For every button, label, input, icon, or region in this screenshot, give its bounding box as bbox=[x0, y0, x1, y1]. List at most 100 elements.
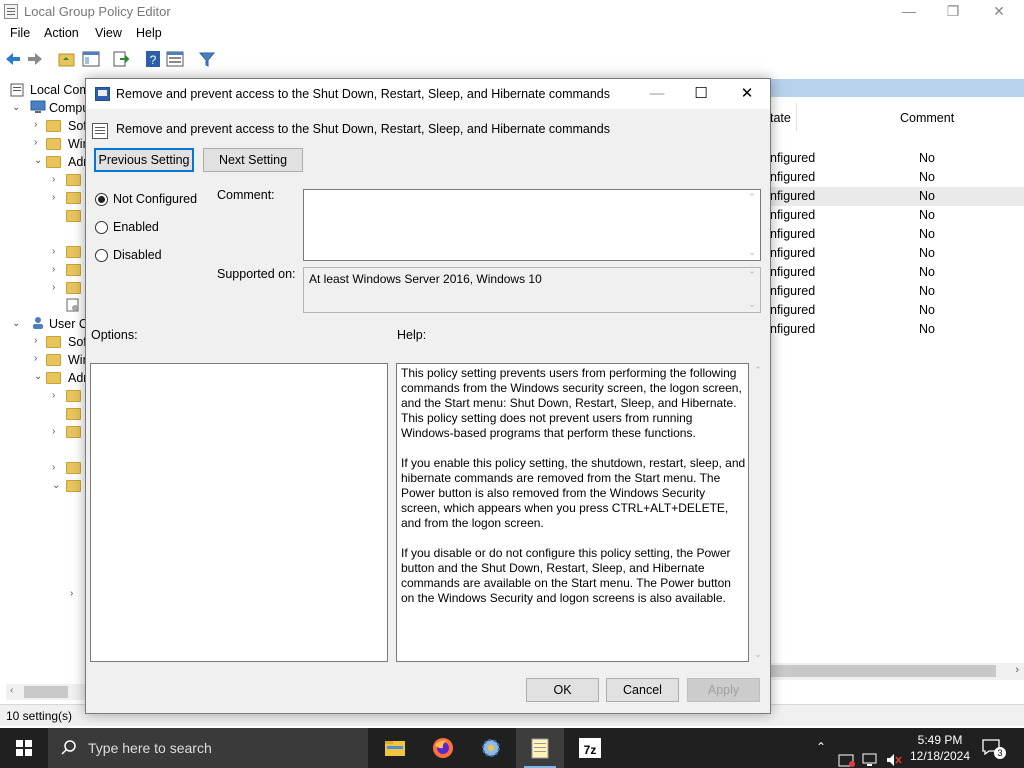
radio-unselected-icon bbox=[95, 221, 108, 234]
radio-disabled[interactable]: Disabled bbox=[95, 248, 175, 264]
folder-icon bbox=[66, 210, 81, 222]
file-explorer-taskbar-button[interactable] bbox=[371, 728, 419, 768]
tree-item-software-settings[interactable]: Sof bbox=[68, 119, 87, 133]
chevron-right-icon[interactable]: › bbox=[52, 174, 55, 185]
table-row[interactable]: nfigured No bbox=[770, 282, 1024, 301]
chevron-right-icon[interactable]: › bbox=[52, 426, 55, 437]
security-shield-icon[interactable] bbox=[838, 740, 856, 768]
scroll-down-icon[interactable]: ⌄ bbox=[744, 247, 760, 258]
help-scrollbar[interactable]: ⌃ ⌄ bbox=[750, 363, 766, 662]
menu-action[interactable]: Action bbox=[44, 26, 79, 40]
back-arrow-icon[interactable] bbox=[4, 50, 22, 68]
folder-icon bbox=[66, 264, 81, 276]
scroll-up-icon[interactable]: ⌃ bbox=[744, 192, 760, 203]
close-icon[interactable]: ✕ bbox=[976, 0, 1022, 24]
chevron-right-icon[interactable]: › bbox=[34, 137, 37, 148]
menu-help[interactable]: Help bbox=[136, 26, 162, 40]
maximize-icon[interactable]: ☐ bbox=[678, 79, 724, 109]
table-row[interactable]: nfigured No bbox=[770, 225, 1024, 244]
chevron-right-icon[interactable]: › bbox=[52, 462, 55, 473]
filter-icon[interactable] bbox=[198, 50, 216, 68]
firefox-taskbar-button[interactable] bbox=[419, 728, 467, 768]
radio-enabled[interactable]: Enabled bbox=[95, 220, 175, 236]
chevron-right-icon[interactable]: › bbox=[52, 246, 55, 257]
table-row[interactable]: nfigured No bbox=[770, 206, 1024, 225]
restore-icon[interactable]: ❐ bbox=[930, 0, 976, 24]
scroll-down-icon[interactable]: ⌄ bbox=[744, 299, 760, 310]
radio-not-configured[interactable]: Not Configured bbox=[95, 192, 215, 208]
start-button[interactable] bbox=[0, 728, 48, 768]
scroll-thumb[interactable] bbox=[24, 686, 68, 698]
minimize-icon[interactable]: — bbox=[634, 79, 680, 109]
table-row[interactable]: nfigured No bbox=[770, 187, 1024, 206]
forward-arrow-icon[interactable] bbox=[26, 50, 44, 68]
previous-setting-button[interactable]: Previous Setting bbox=[94, 148, 194, 172]
scroll-down-icon[interactable]: ⌄ bbox=[750, 649, 766, 660]
7zip-taskbar-button[interactable]: 7z bbox=[566, 728, 614, 768]
chevron-right-icon[interactable]: › bbox=[70, 588, 73, 599]
folder-icon bbox=[66, 390, 81, 402]
tree-item-user-configuration[interactable]: User C bbox=[49, 317, 88, 331]
chevron-down-icon[interactable]: ⌄ bbox=[12, 102, 20, 113]
scroll-thumb[interactable] bbox=[770, 665, 996, 677]
chevron-right-icon[interactable]: › bbox=[52, 264, 55, 275]
show-hidden-icons-chevron-icon[interactable]: ⌃ bbox=[816, 740, 826, 768]
chevron-down-icon[interactable]: ⌄ bbox=[34, 155, 42, 166]
table-row[interactable]: nfigured No bbox=[770, 149, 1024, 168]
table-row[interactable]: nfigured No bbox=[770, 301, 1024, 320]
chevron-down-icon[interactable]: ⌄ bbox=[12, 318, 20, 329]
next-setting-button[interactable]: Next Setting bbox=[203, 148, 303, 172]
control-panel-taskbar-button[interactable] bbox=[467, 728, 515, 768]
chevron-right-icon[interactable]: › bbox=[52, 192, 55, 203]
comment-scrollbar[interactable]: ⌃ ⌄ bbox=[744, 190, 760, 260]
table-row[interactable]: nfigured No bbox=[770, 168, 1024, 187]
help-icon[interactable]: ? bbox=[144, 50, 162, 68]
menu-file[interactable]: File bbox=[10, 26, 30, 40]
menu-view[interactable]: View bbox=[95, 26, 122, 40]
scroll-left-icon[interactable]: ‹ bbox=[10, 685, 13, 696]
apply-button[interactable]: Apply bbox=[687, 678, 760, 702]
notepad-taskbar-button[interactable] bbox=[516, 728, 564, 768]
close-icon[interactable]: ✕ bbox=[724, 79, 770, 109]
taskbar-clock[interactable]: 5:49 PM 12/18/2024 bbox=[905, 732, 975, 764]
policy-name: Remove and prevent access to the Shut Do… bbox=[116, 122, 611, 136]
minimize-icon[interactable]: — bbox=[886, 0, 932, 24]
scroll-up-icon[interactable]: ⌃ bbox=[750, 365, 766, 376]
chevron-right-icon[interactable]: › bbox=[52, 390, 55, 401]
gpedit-app-icon bbox=[4, 4, 18, 19]
column-comment[interactable]: Comment bbox=[900, 111, 954, 125]
scroll-up-icon[interactable]: ⌃ bbox=[744, 270, 760, 281]
tree-item-user-software-settings[interactable]: Sof bbox=[68, 335, 87, 349]
taskbar-search-box[interactable]: Type here to search bbox=[48, 728, 368, 768]
chevron-right-icon[interactable]: › bbox=[34, 335, 37, 346]
chevron-right-icon[interactable]: › bbox=[52, 282, 55, 293]
export-list-icon[interactable] bbox=[112, 50, 130, 68]
folder-icon bbox=[66, 192, 81, 204]
tree-horizontal-scrollbar[interactable]: ‹ bbox=[6, 684, 86, 700]
list-horizontal-scrollbar[interactable]: › bbox=[770, 663, 1024, 680]
tree-item-computer-configuration[interactable]: Compu bbox=[49, 101, 89, 115]
network-icon[interactable] bbox=[862, 740, 880, 768]
ok-button[interactable]: OK bbox=[526, 678, 599, 702]
table-row[interactable]: nfigured No bbox=[770, 244, 1024, 263]
column-state[interactable]: tate bbox=[770, 111, 791, 125]
cancel-button[interactable]: Cancel bbox=[606, 678, 679, 702]
table-row[interactable]: nfigured No bbox=[770, 320, 1024, 339]
table-row[interactable]: nfigured No bbox=[770, 263, 1024, 282]
chevron-right-icon[interactable]: › bbox=[34, 119, 37, 130]
properties-icon[interactable] bbox=[166, 50, 184, 68]
folder-icon bbox=[66, 174, 81, 186]
chevron-right-icon[interactable]: › bbox=[34, 353, 37, 364]
scroll-right-icon[interactable]: › bbox=[1015, 664, 1019, 676]
tree-item-local-computer-policy[interactable]: Local Com bbox=[30, 83, 90, 97]
radio-disabled-label: Disabled bbox=[113, 248, 162, 262]
supported-scrollbar[interactable]: ⌃ ⌄ bbox=[744, 268, 760, 312]
comment-field[interactable]: ⌃ ⌄ bbox=[303, 189, 761, 261]
notification-center-button[interactable]: 3 bbox=[980, 737, 1006, 759]
policy-setting-icon bbox=[92, 123, 108, 139]
show-hide-tree-icon[interactable] bbox=[82, 50, 100, 68]
volume-muted-icon[interactable] bbox=[885, 740, 903, 768]
up-folder-icon[interactable] bbox=[58, 50, 76, 68]
chevron-down-icon[interactable]: ⌄ bbox=[34, 371, 42, 382]
chevron-down-icon[interactable]: ⌄ bbox=[52, 480, 60, 491]
